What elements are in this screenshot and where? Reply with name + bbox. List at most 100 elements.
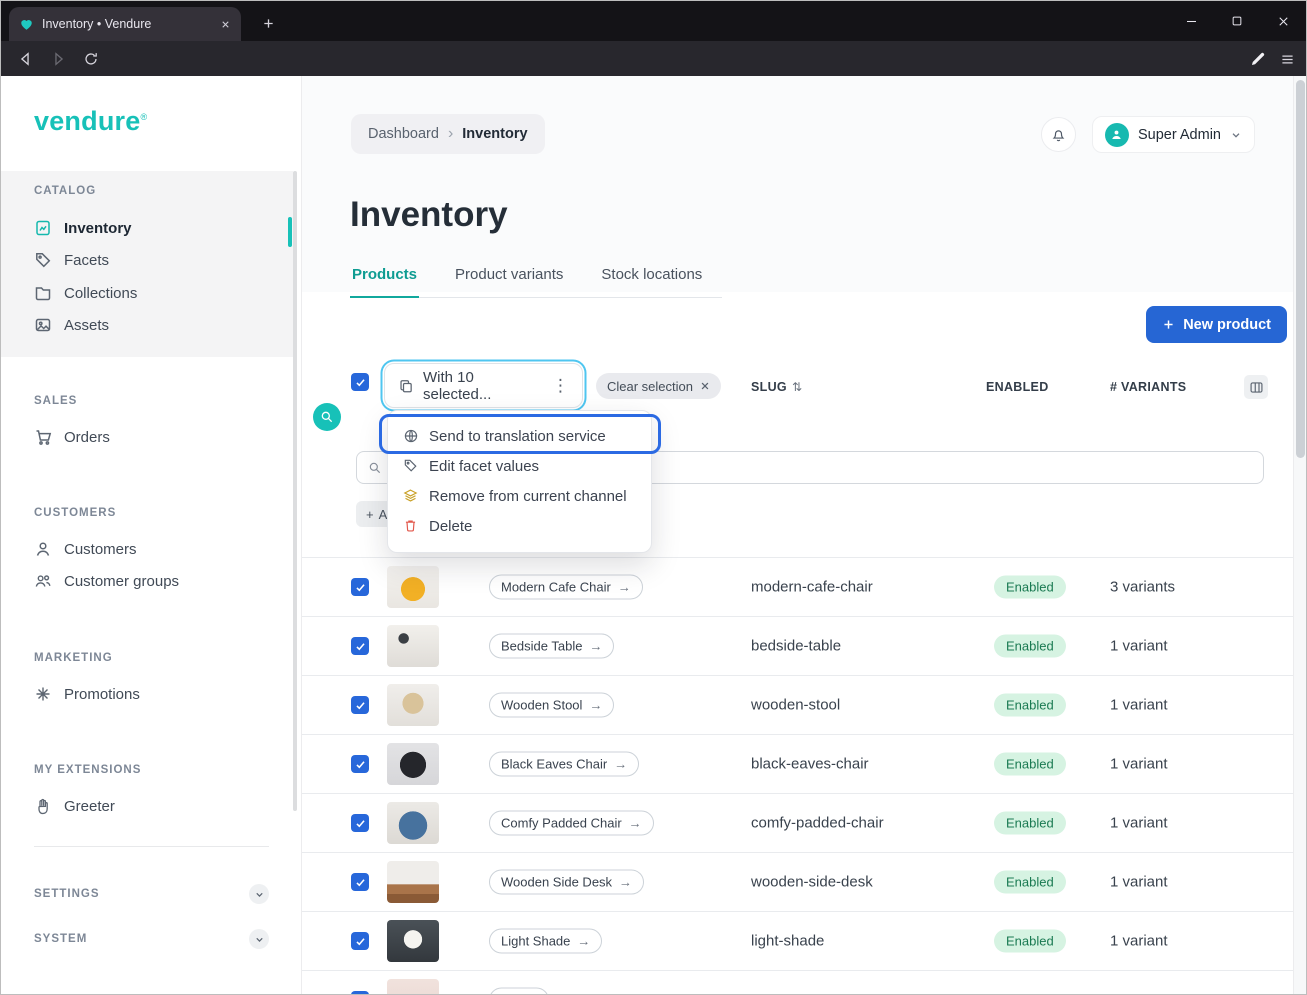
page-title: Inventory (350, 195, 508, 235)
product-thumbnail[interactable] (387, 861, 439, 903)
product-thumbnail[interactable] (387, 743, 439, 785)
table-row: Wooden Stool→ wooden-stool Enabled 1 var… (302, 676, 1293, 735)
product-name-link[interactable]: Wooden Side Desk→ (489, 870, 644, 895)
new-tab-button[interactable] (257, 12, 279, 34)
products-table: Modern Cafe Chair→ modern-cafe-chair Ena… (302, 557, 1293, 994)
product-thumbnail[interactable] (387, 802, 439, 844)
chevron-down-icon[interactable] (249, 884, 269, 904)
row-checkbox[interactable] (351, 578, 369, 596)
row-checkbox[interactable] (351, 814, 369, 832)
browser-titlebar: Inventory • Vendure (1, 1, 1306, 41)
select-all-checkbox[interactable] (351, 373, 369, 391)
sidebar-item-label: Promotions (64, 686, 140, 703)
variant-count: 1 variant (1110, 638, 1168, 655)
row-checkbox[interactable] (351, 991, 369, 994)
search-toggle-button[interactable] (313, 403, 341, 431)
notifications-button[interactable] (1041, 117, 1076, 152)
bell-icon (1050, 126, 1067, 143)
sidebar-item-promotions[interactable]: Promotions (34, 681, 140, 707)
nav-section-marketing: MARKETING (34, 652, 113, 664)
product-slug: bedside-table (751, 638, 841, 655)
menu-item-delete[interactable]: Delete (395, 511, 644, 541)
product-thumbnail[interactable] (387, 979, 439, 994)
logo-registered-mark: ® (140, 112, 147, 122)
menu-hamburger-icon[interactable] (1276, 48, 1298, 70)
sidebar-item-assets[interactable]: Assets (34, 312, 109, 338)
row-checkbox[interactable] (351, 696, 369, 714)
column-header-slug[interactable]: SLUG ⇅ (751, 380, 802, 394)
sidebar-item-customer-groups[interactable]: Customer groups (34, 568, 179, 594)
product-name-link[interactable]: Modern Cafe Chair→ (489, 575, 643, 600)
arrow-right-icon: → (619, 875, 632, 890)
product-thumbnail[interactable] (387, 566, 439, 608)
product-thumbnail[interactable] (387, 625, 439, 667)
sidebar-item-settings[interactable]: SETTINGS (34, 881, 269, 907)
close-button[interactable] (1260, 1, 1306, 41)
plus-icon: + (366, 507, 374, 522)
chevron-down-icon[interactable] (249, 929, 269, 949)
sidebar-item-facets[interactable]: Facets (34, 247, 109, 273)
translate-icon (403, 428, 420, 445)
new-product-button[interactable]: New product (1146, 306, 1287, 343)
nav-section-sales: SALES (34, 395, 77, 407)
variant-count: 1 variant (1110, 756, 1168, 773)
minimize-button[interactable] (1168, 1, 1214, 41)
tab-products[interactable]: Products (350, 260, 419, 298)
tab-stock-locations[interactable]: Stock locations (599, 260, 704, 297)
sidebar-item-label: Customer groups (64, 573, 179, 590)
sidebar-scrollbar[interactable] (293, 171, 297, 811)
product-name-link[interactable]: Comfy Padded Chair→ (489, 811, 654, 836)
main-scrollbar[interactable] (1293, 76, 1306, 994)
sidebar-item-label: Assets (64, 317, 109, 334)
clear-selection-button[interactable]: Clear selection (596, 373, 721, 399)
arrow-right-icon: → (577, 934, 590, 949)
product-thumbnail[interactable] (387, 684, 439, 726)
tab-product-variants[interactable]: Product variants (453, 260, 565, 297)
back-button[interactable] (15, 48, 37, 70)
product-name-link[interactable]: → (489, 988, 549, 995)
bulk-actions-dropdown-button[interactable]: With 10 selected... ⋮ (384, 363, 583, 408)
main-content: Dashboard › Inventory Super Admin Invent… (302, 76, 1306, 994)
bulk-actions-menu: Send to translation service Edit facet v… (387, 410, 652, 553)
kebab-menu-icon[interactable]: ⋮ (552, 376, 569, 396)
row-checkbox[interactable] (351, 637, 369, 655)
reload-button[interactable] (80, 48, 102, 70)
menu-item-edit-facet-values[interactable]: Edit facet values (395, 451, 644, 481)
sidebar-item-orders[interactable]: Orders (34, 424, 110, 450)
vendure-favicon (19, 17, 34, 32)
maximize-button[interactable] (1214, 1, 1260, 41)
menu-item-send-to-translation[interactable]: Send to translation service (395, 421, 644, 451)
scrollbar-thumb[interactable] (1296, 80, 1305, 458)
nav-section-customers: CUSTOMERS (34, 507, 116, 519)
menu-item-remove-from-channel[interactable]: Remove from current channel (395, 481, 644, 511)
column-settings-button[interactable] (1244, 375, 1268, 399)
product-name-link[interactable]: Bedside Table→ (489, 634, 614, 659)
tab-title: Inventory • Vendure (42, 17, 212, 31)
browser-tab[interactable]: Inventory • Vendure (9, 7, 241, 41)
plus-icon (1162, 318, 1175, 331)
product-thumbnail[interactable] (387, 920, 439, 962)
status-badge: Enabled (994, 635, 1066, 658)
product-name-link[interactable]: Light Shade→ (489, 929, 602, 954)
status-badge: Enabled (994, 576, 1066, 599)
sidebar-item-collections[interactable]: Collections (34, 280, 137, 306)
table-row: → (302, 971, 1293, 994)
row-checkbox[interactable] (351, 755, 369, 773)
sidebar: vendure® CATALOG Inventory Facets Collec… (1, 76, 302, 994)
row-checkbox[interactable] (351, 932, 369, 950)
status-badge: Enabled (994, 871, 1066, 894)
product-name-link[interactable]: Wooden Stool→ (489, 693, 614, 718)
tab-close-icon[interactable] (220, 19, 231, 30)
forward-button[interactable] (47, 48, 69, 70)
sidebar-item-system[interactable]: SYSTEM (34, 926, 269, 952)
row-checkbox[interactable] (351, 873, 369, 891)
table-row: Bedside Table→ bedside-table Enabled 1 v… (302, 617, 1293, 676)
edit-pencil-icon[interactable] (1246, 48, 1268, 70)
sidebar-item-greeter[interactable]: Greeter (34, 793, 115, 819)
sidebar-item-inventory[interactable]: Inventory (34, 215, 132, 241)
breadcrumb-dashboard[interactable]: Dashboard (368, 126, 439, 142)
product-name-link[interactable]: Black Eaves Chair→ (489, 752, 639, 777)
divider (34, 846, 269, 847)
user-menu[interactable]: Super Admin (1092, 116, 1255, 153)
sidebar-item-customers[interactable]: Customers (34, 536, 137, 562)
